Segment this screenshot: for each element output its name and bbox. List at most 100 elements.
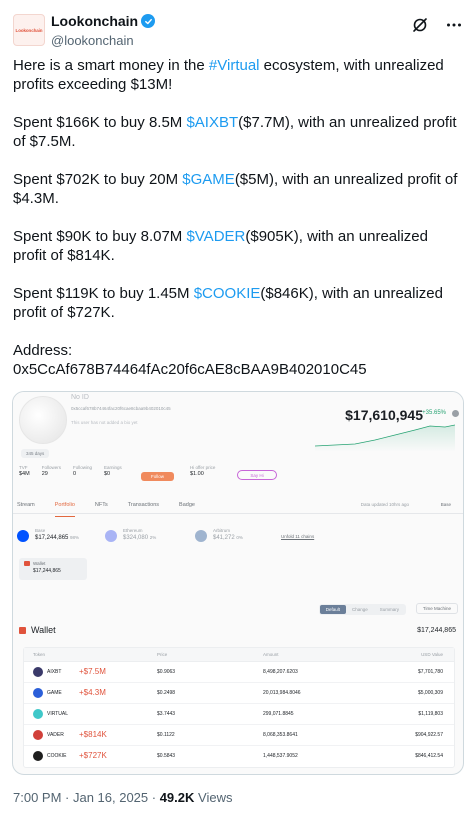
header-token: Token — [33, 652, 46, 657]
line-text: Spent $702K to buy 20M — [13, 171, 183, 188]
cashtag-link[interactable]: $GAME — [182, 171, 235, 188]
view-summary[interactable]: Summary — [374, 605, 405, 614]
attached-image[interactable]: No ID 0x5ccaf678b74464fac20f6cae8cbaa9b4… — [12, 391, 464, 775]
chain-name: Base — [35, 528, 46, 533]
view-change[interactable]: Change — [346, 605, 374, 614]
wallet-address: 0x5CcAf678B74464fAc20f6cAE8cBAA9B402010C… — [13, 361, 367, 378]
token-table: Token Price Amount USD Value AIXBT +$7.5… — [23, 647, 455, 768]
tab-transactions[interactable]: Transactions — [128, 500, 159, 513]
tab-portfolio[interactable]: Portfolio — [54, 500, 76, 517]
tweet-line-aixbt: Spent $166K to buy 8.5M $AIXBT($7.7M), w… — [13, 113, 463, 151]
author-block[interactable]: Lookonchain @lookonchain — [51, 13, 156, 49]
tab-nfts[interactable]: NFTs — [95, 500, 108, 513]
info-icon — [452, 410, 459, 417]
offer-price: Hi offer price $1.00 — [190, 464, 215, 478]
token-amount: 8,068,353.8641 — [263, 732, 298, 738]
token-price: $0.1122 — [157, 732, 175, 738]
chain-value: $17,244,865 98% — [35, 535, 79, 541]
tweet-line-vader: Spent $90K to buy 8.07M $VADER($905K), w… — [13, 227, 463, 265]
tweet-line-cookie: Spent $119K to buy 1.45M $COOKIE($846K),… — [13, 284, 463, 322]
data-updated-text: Data updated 10hrs ago — [360, 502, 409, 507]
tweet-timestamp[interactable]: 7:00 PM · Jan 16, 2025 · — [13, 790, 160, 805]
tab-badge[interactable]: Badge — [179, 500, 195, 513]
top-actions — [411, 16, 463, 34]
profile-area: No ID 0x5ccaf678b74464fac20f6cae8cbaa9b4… — [13, 392, 463, 512]
tweet-header: Lookonchain Lookonchain @lookonchain — [13, 12, 463, 48]
token-amount: 299,071.8845 — [263, 711, 294, 717]
chain-value-amount: $324,080 — [123, 535, 149, 541]
cashtag-link[interactable]: $VADER — [186, 228, 245, 245]
token-amount: 8,498,207.6203 — [263, 669, 298, 675]
chain-pct: 98% — [70, 535, 80, 540]
stat-followers[interactable]: Followers 29 — [42, 464, 61, 478]
wallet-chip[interactable]: Wallet $17,244,865 — [19, 558, 87, 580]
virtual-token-icon — [33, 709, 43, 719]
chain-select[interactable]: Base — [441, 502, 451, 507]
header-usd-value: USD Value — [421, 652, 443, 657]
say-hi-button[interactable]: Say Hi — [237, 470, 277, 480]
token-price: $3.7443 — [157, 711, 176, 717]
token-usd-value: $7,701,780 — [417, 669, 443, 675]
cookie-token-icon — [33, 751, 43, 761]
stat-label: TVF — [19, 465, 28, 470]
line-text: Spent $119K to buy 1.45M — [13, 285, 194, 302]
profit-annotation: +$4.3M — [79, 688, 106, 697]
tweet-meta: 7:00 PM · Jan 16, 2025 · 49.2K Views — [13, 790, 232, 805]
table-row[interactable]: COOKIE +$727K $0.5843 1,448,537.9052 $84… — [24, 746, 454, 767]
token-amount: 20,013,984.8046 — [263, 690, 301, 696]
unfold-chains-link[interactable]: Unfold 11 chains — [281, 534, 314, 539]
stat-label: Earnings — [103, 465, 122, 470]
verified-badge-icon — [141, 14, 156, 28]
tab-stream[interactable]: Stream — [17, 500, 35, 513]
view-mode-toggle: Default Change Summary — [318, 604, 406, 615]
avatar-logo-text: Lookonchain — [15, 27, 43, 33]
arbitrum-chain-icon — [195, 530, 207, 542]
profile-avatar — [19, 396, 67, 444]
wallet-section-title: Wallet — [19, 625, 56, 635]
view-default[interactable]: Default — [319, 605, 346, 614]
display-name[interactable]: Lookonchain — [51, 13, 156, 29]
token-price: $0.9063 — [157, 669, 176, 675]
line-text: Spent $166K to buy 8.5M — [13, 114, 187, 131]
display-name-text: Lookonchain — [51, 13, 139, 29]
token-usd-value: $1,119,803 — [418, 711, 443, 717]
header-price: Price — [157, 652, 168, 657]
tweet-intro: Here is a smart money in the #Virtual ec… — [13, 56, 463, 94]
follow-button[interactable]: Follow — [141, 472, 174, 481]
profit-annotation: +$727K — [79, 751, 107, 760]
intro-text-a: Here is a smart money in the — [13, 57, 209, 74]
wallet-chip-value: $17,244,865 — [33, 568, 61, 574]
wallet-total: $17,244,865 — [417, 627, 456, 634]
stat-following[interactable]: Following 0 — [73, 464, 92, 478]
table-header: Token Price Amount USD Value — [24, 648, 454, 662]
cashtag-link[interactable]: $AIXBT — [186, 114, 238, 131]
chain-value: $324,080 2% — [123, 535, 156, 541]
views-label: Views — [194, 790, 233, 805]
profile-name: No ID — [71, 394, 89, 401]
networth-sparkline — [315, 424, 455, 452]
handle[interactable]: @lookonchain — [51, 32, 155, 49]
line-text: Spent $90K to buy 8.07M — [13, 228, 187, 245]
avatar[interactable]: Lookonchain — [13, 14, 45, 46]
table-row[interactable]: GAME +$4.3M $0.2498 20,013,984.8046 $5,0… — [24, 683, 454, 704]
ethereum-chain-icon — [105, 530, 117, 542]
token-name: VADER — [47, 732, 64, 738]
game-token-icon — [33, 688, 43, 698]
stat-tvf: TVF $4M — [19, 464, 30, 478]
chain-value-amount: $17,244,865 — [35, 535, 69, 541]
stat-label: Followers — [41, 465, 61, 470]
stat-value: $0 — [103, 471, 111, 477]
table-row[interactable]: VIRTUAL $3.7443 299,071.8845 $1,119,803 — [24, 704, 454, 725]
base-chain-icon — [17, 530, 29, 542]
more-icon[interactable] — [445, 16, 463, 34]
time-machine-button[interactable]: Time Machine — [415, 603, 458, 614]
table-row[interactable]: AIXBT +$7.5M $0.9063 8,498,207.6203 $7,7… — [24, 662, 454, 683]
cashtag-link[interactable]: $COOKIE — [194, 285, 261, 302]
hashtag-link[interactable]: #Virtual — [209, 57, 260, 74]
grok-icon[interactable] — [411, 16, 429, 34]
chain-pct: 0% — [236, 535, 243, 540]
aixbt-token-icon — [33, 667, 43, 677]
token-name: COOKIE — [47, 753, 67, 759]
table-row[interactable]: VADER +$814K $0.1122 8,068,353.8641 $904… — [24, 725, 454, 746]
stat-value: 0 — [72, 471, 77, 477]
